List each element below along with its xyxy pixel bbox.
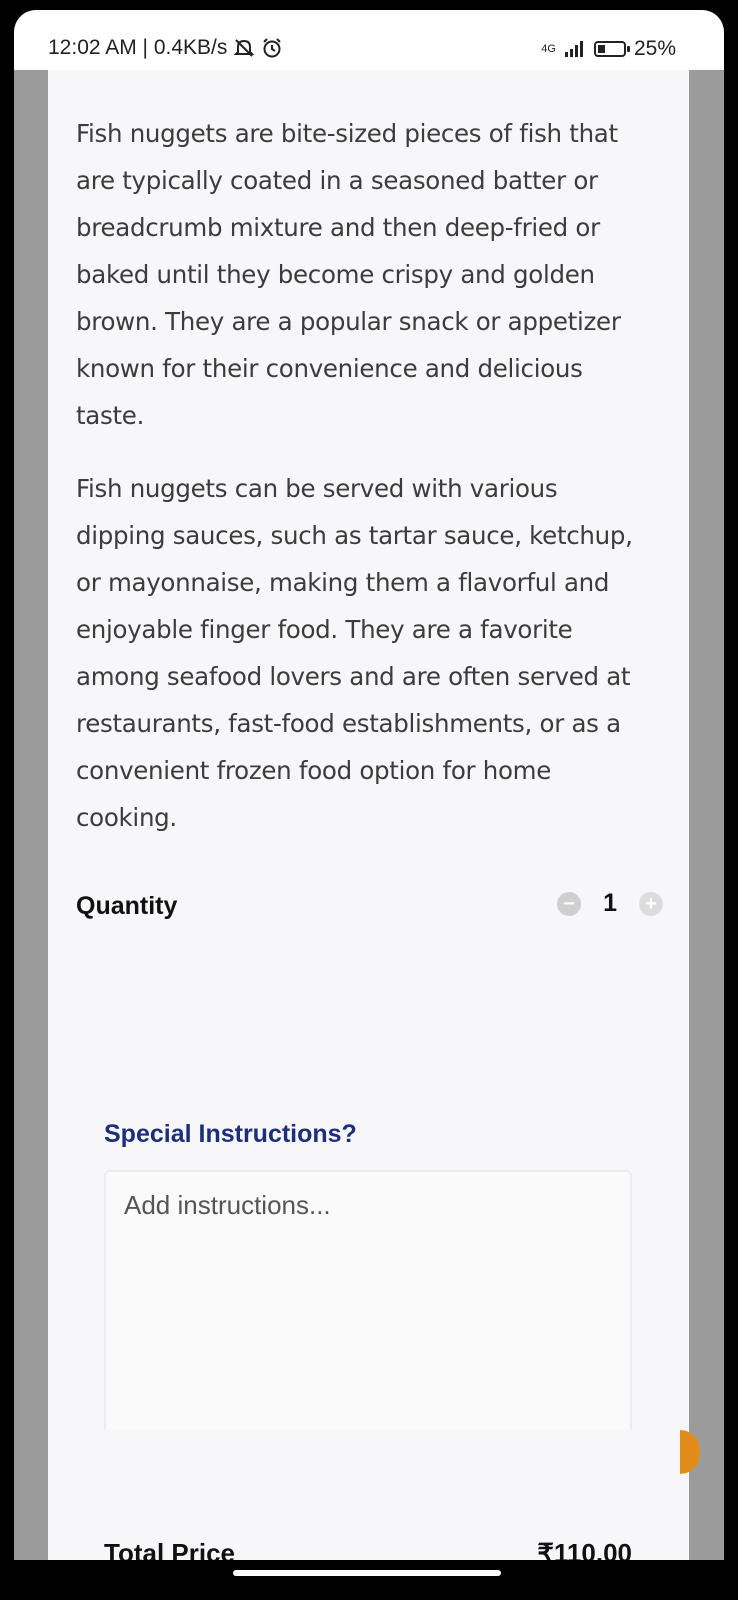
total-price-value: ₹110.00 <box>537 1538 632 1560</box>
quantity-label: Quantity <box>76 892 178 920</box>
total-price-label: Total Price <box>104 1538 236 1560</box>
status-left: 12:02 AM | 0.4KB/s <box>48 36 283 60</box>
description-paragraph-1: Fish nuggets are bite-sized pieces of fi… <box>76 119 621 430</box>
quantity-stepper: − 1 + <box>557 889 663 918</box>
bell-muted-icon <box>233 39 255 57</box>
instructions-box[interactable] <box>104 1170 632 1430</box>
status-time-speed: 12:02 AM | 0.4KB/s <box>48 36 228 59</box>
home-indicator[interactable] <box>233 1570 501 1576</box>
battery-percent: 25% <box>633 37 676 60</box>
status-right: 4G 25% <box>541 37 676 61</box>
status-bar: 12:02 AM | 0.4KB/s 4G 25% <box>14 10 724 70</box>
product-detail-sheet: Fish nuggets are bite-sized pieces of fi… <box>48 70 689 1560</box>
special-instructions-title: Special Instructions? <box>104 1120 357 1148</box>
alarm-icon <box>263 38 282 58</box>
description-paragraph-2: Fish nuggets can be served with various … <box>76 474 633 832</box>
increment-button[interactable]: + <box>639 891 663 916</box>
quantity-row: Quantity − 1 + <box>76 886 663 926</box>
quantity-value: 1 <box>603 889 617 917</box>
app-screen: 12:02 AM | 0.4KB/s 4G 25% Fish nuggets a… <box>0 0 738 1600</box>
battery-icon <box>593 41 630 57</box>
product-description: Fish nuggets are bite-sized pieces of fi… <box>76 110 651 867</box>
network-type: 4G <box>541 43 556 55</box>
decrement-button[interactable]: − <box>557 891 582 916</box>
instructions-input[interactable] <box>124 1190 604 1221</box>
signal-bars-icon <box>564 41 583 57</box>
